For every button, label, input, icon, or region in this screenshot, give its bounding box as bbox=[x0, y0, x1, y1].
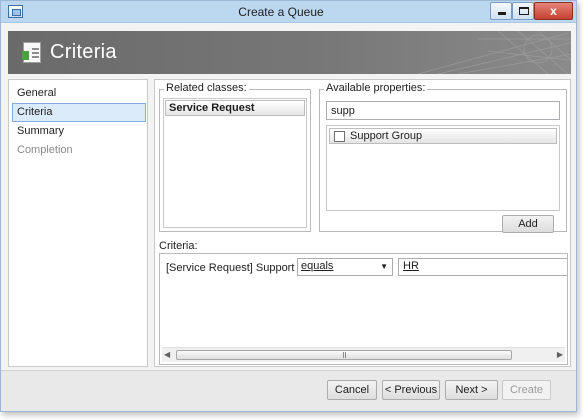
maximize-button[interactable] bbox=[512, 2, 534, 20]
wizard-navigation: General Criteria Summary Completion bbox=[8, 79, 148, 367]
criteria-value-field[interactable]: HR bbox=[398, 258, 567, 276]
checklist-document-icon bbox=[22, 42, 41, 63]
maximize-icon bbox=[519, 7, 529, 15]
header-decoration bbox=[418, 31, 571, 74]
horizontal-scrollbar[interactable]: ◀ ▶ bbox=[162, 347, 565, 362]
property-item[interactable]: Support Group bbox=[329, 128, 557, 144]
wizard-body: General Criteria Summary Completion Rela… bbox=[8, 79, 571, 369]
criteria-label: Criteria: bbox=[159, 240, 198, 252]
property-label: Support Group bbox=[350, 130, 423, 142]
nav-item-general[interactable]: General bbox=[12, 84, 146, 103]
criteria-value: HR bbox=[403, 260, 419, 272]
property-checkbox[interactable] bbox=[334, 131, 345, 142]
chevron-down-icon: ▼ bbox=[380, 262, 388, 271]
related-classes-group: Related classes: Service Request bbox=[159, 82, 311, 232]
related-class-item[interactable]: Service Request bbox=[165, 100, 305, 116]
scrollbar-thumb[interactable] bbox=[176, 350, 512, 360]
criteria-editor: [Service Request] Support Group equals ▼… bbox=[159, 253, 568, 365]
nav-item-criteria[interactable]: Criteria bbox=[12, 103, 146, 122]
minimize-icon bbox=[498, 12, 506, 15]
close-button[interactable]: x bbox=[534, 2, 573, 20]
scroll-left-arrow-icon[interactable]: ◀ bbox=[164, 350, 174, 360]
available-properties-label: Available properties: bbox=[324, 82, 428, 94]
related-classes-list[interactable]: Service Request bbox=[163, 98, 307, 228]
property-search-input[interactable] bbox=[326, 101, 560, 120]
criteria-content-panel: Related classes: Service Request Availab… bbox=[154, 79, 571, 367]
cancel-button[interactable]: Cancel bbox=[327, 380, 377, 400]
add-button[interactable]: Add bbox=[502, 215, 554, 233]
operator-value: equals bbox=[301, 260, 334, 272]
close-icon: x bbox=[550, 4, 557, 18]
scroll-grip-icon bbox=[343, 352, 344, 358]
create-button: Create bbox=[502, 380, 551, 400]
nav-item-summary[interactable]: Summary bbox=[12, 122, 146, 141]
available-properties-group: Available properties: Support Group Add bbox=[319, 82, 567, 233]
page-title: Criteria bbox=[50, 41, 117, 63]
wizard-footer: Cancel < Previous Next > Create bbox=[1, 370, 576, 411]
previous-button[interactable]: < Previous bbox=[382, 380, 440, 400]
next-button[interactable]: Next > bbox=[445, 380, 498, 400]
wizard-header: Criteria bbox=[8, 31, 571, 74]
properties-list[interactable]: Support Group bbox=[326, 125, 560, 211]
scroll-right-arrow-icon[interactable]: ▶ bbox=[553, 350, 563, 360]
create-queue-window: Create a Queue x Criteria General Criter… bbox=[0, 0, 577, 412]
title-bar[interactable]: Create a Queue x bbox=[1, 1, 576, 23]
nav-item-completion: Completion bbox=[17, 144, 73, 156]
window-title: Create a Queue bbox=[238, 5, 324, 19]
related-classes-label: Related classes: bbox=[164, 82, 249, 94]
operator-dropdown[interactable]: equals ▼ bbox=[297, 258, 393, 276]
minimize-button[interactable] bbox=[490, 2, 512, 20]
